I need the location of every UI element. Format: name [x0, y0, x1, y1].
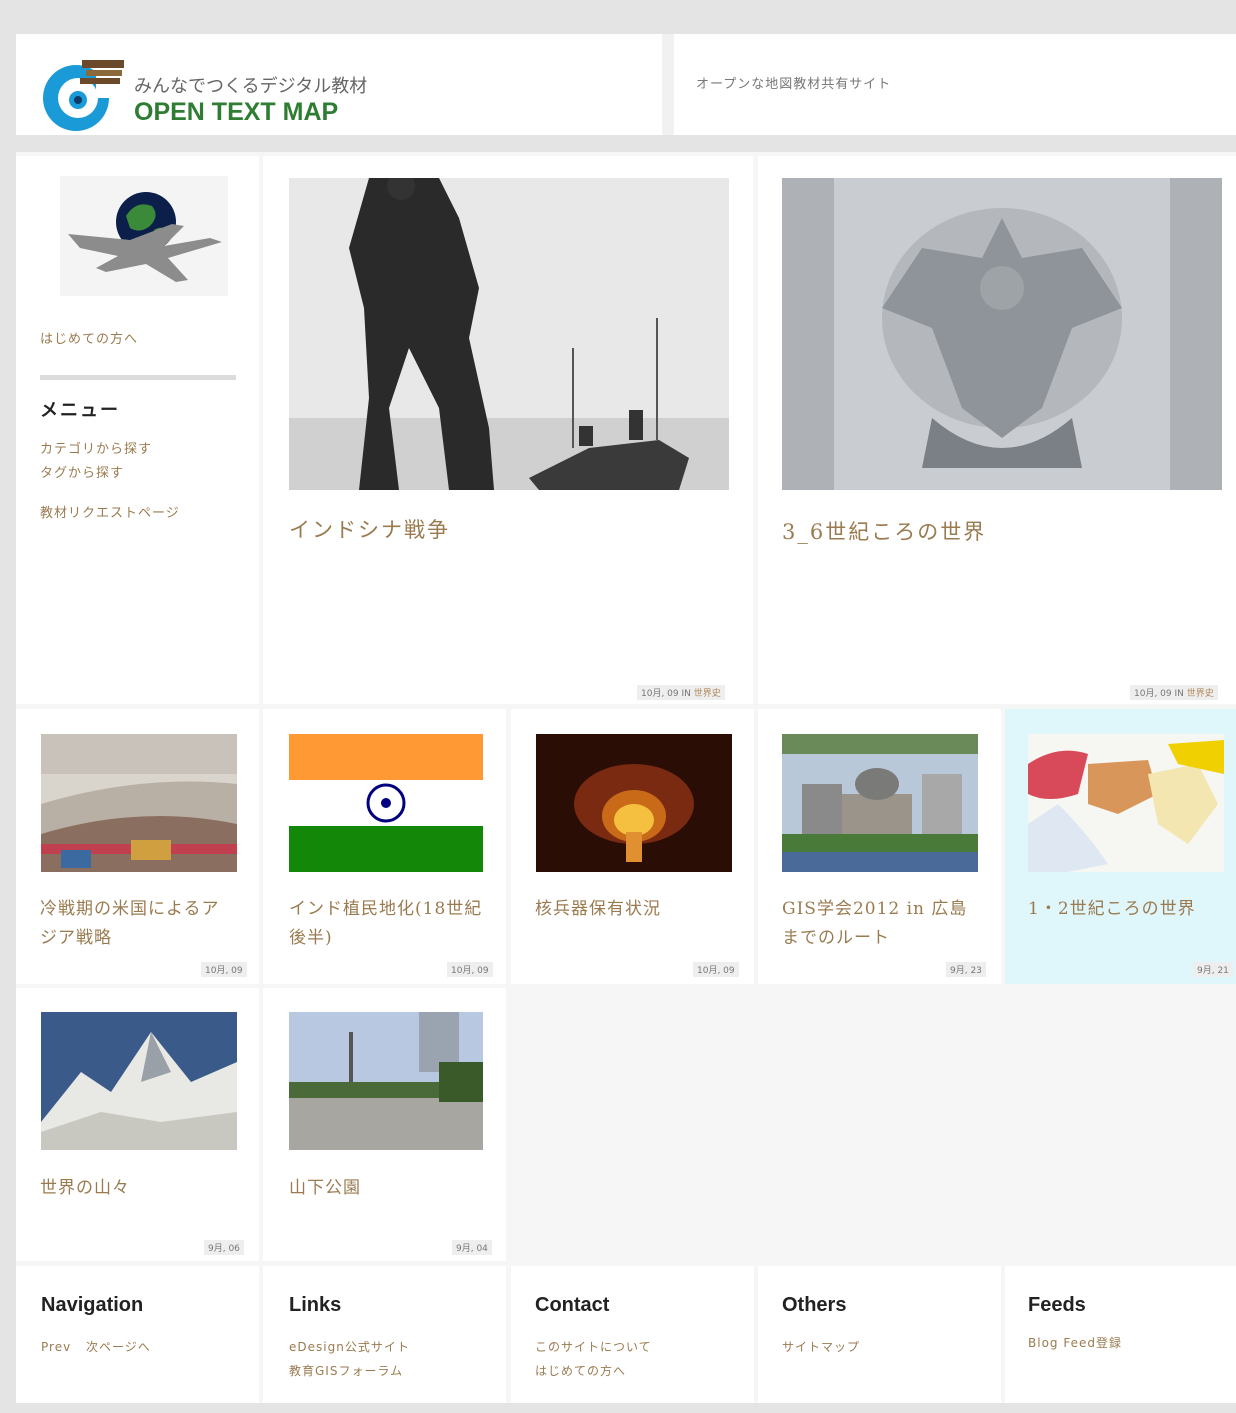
post-date: 9月, 06	[204, 1240, 244, 1255]
post-card[interactable]: 山下公園 9月, 04	[263, 988, 506, 1261]
nuclear-explosion-photo	[536, 734, 732, 872]
post-title[interactable]: インドシナ戦争	[289, 514, 450, 544]
post-meta: 10月, 09 IN 世界史	[637, 685, 725, 700]
post-date: 9月, 21	[1193, 962, 1233, 977]
site-logo-icon[interactable]	[38, 54, 128, 134]
berlin-wall-photo	[41, 734, 237, 872]
footer-contact: Contact このサイトについて はじめての方へ	[511, 1266, 754, 1403]
post-title[interactable]: 1・2世紀ころの世界	[1028, 895, 1224, 924]
post-title[interactable]: 3_6世紀ころの世界	[782, 516, 986, 546]
soldier-photo	[289, 178, 729, 490]
footer-navigation: Navigation Prev 次ページへ	[16, 1266, 259, 1403]
hiroshima-dome-photo	[782, 734, 978, 872]
india-flag	[289, 734, 483, 872]
footer-heading: Others	[782, 1294, 847, 1316]
airplane-globe-icon	[60, 176, 228, 296]
site-tagline: オープンな地図教材共有サイト	[696, 77, 892, 92]
post-date: 10月, 09	[693, 962, 739, 977]
footer-link[interactable]: 教育GISフォーラム	[289, 1360, 403, 1383]
header-divider	[662, 34, 674, 135]
ancient-world-map	[1028, 734, 1224, 872]
post-card-highlighted[interactable]: 1・2世紀ころの世界 9月, 21	[1005, 709, 1236, 984]
category-link: 世界史	[1186, 689, 1214, 699]
menu-item-category[interactable]: カテゴリから探す	[40, 438, 152, 457]
post-card[interactable]: 核兵器保有状況 10月, 09	[511, 709, 754, 984]
footer-links: Links eDesign公式サイト 教育GISフォーラム	[263, 1266, 506, 1403]
post-title[interactable]: インド植民地化(18世紀後半)	[289, 895, 485, 953]
post-title[interactable]: 冷戦期の米国によるアジア戦略	[40, 895, 236, 953]
post-title[interactable]: 世界の山々	[40, 1174, 236, 1203]
post-card[interactable]: 世界の山々 9月, 06	[16, 988, 259, 1261]
post-meta: 10月, 09 IN 世界史	[1130, 685, 1218, 700]
menu-title: メニュー	[40, 400, 120, 421]
sidebar-divider	[40, 375, 236, 380]
prev-link[interactable]: Prev	[41, 1336, 71, 1359]
post-date: 9月, 04	[452, 1240, 492, 1255]
yamashita-park-photo	[289, 1012, 483, 1150]
category-link: 世界史	[693, 689, 721, 699]
next-page-link[interactable]: 次ページへ	[86, 1336, 151, 1359]
eagle-relief-photo	[782, 178, 1222, 490]
footer-heading: Links	[289, 1294, 342, 1316]
post-card[interactable]: 冷戦期の米国によるアジア戦略 10月, 09	[16, 709, 259, 984]
welcome-link[interactable]: はじめての方へ	[40, 328, 138, 347]
post-date: 10月, 09	[201, 962, 247, 977]
logo-title[interactable]: OPEN TEXT MAP	[134, 98, 338, 127]
footer-link[interactable]: サイトマップ	[782, 1336, 860, 1359]
footer-heading: Contact	[535, 1294, 610, 1316]
sidebar: はじめての方へ メニュー カテゴリから探す タグから探す 教材リクエストページ	[16, 156, 259, 704]
footer-heading: Feeds	[1028, 1294, 1086, 1316]
post-title[interactable]: 山下公園	[289, 1174, 485, 1203]
footer-feeds: Feeds Blog Feed登録	[1005, 1266, 1236, 1403]
footer-others: Others サイトマップ	[758, 1266, 1001, 1403]
footer-link[interactable]: このサイトについて	[535, 1336, 652, 1359]
mountain-photo	[41, 1012, 237, 1150]
post-date: 9月, 23	[946, 962, 986, 977]
post-card[interactable]: インドシナ戦争 10月, 09 IN 世界史	[263, 156, 753, 704]
post-title[interactable]: GIS学会2012 in 広島までのルート	[782, 895, 978, 953]
footer-heading: Navigation	[41, 1294, 144, 1316]
footer-link[interactable]: eDesign公式サイト	[289, 1336, 410, 1359]
post-card[interactable]: GIS学会2012 in 広島までのルート 9月, 23	[758, 709, 1001, 984]
menu-item-tag[interactable]: タグから探す	[40, 462, 124, 481]
menu-item-request[interactable]: 教材リクエストページ	[40, 502, 180, 521]
post-card[interactable]: 3_6世紀ころの世界 10月, 09 IN 世界史	[758, 156, 1236, 704]
logo-subtitle: みんなでつくるデジタル教材	[134, 76, 368, 97]
footer-link[interactable]: はじめての方へ	[535, 1360, 626, 1383]
post-title[interactable]: 核兵器保有状況	[535, 895, 731, 924]
footer-link[interactable]: Blog Feed登録	[1028, 1332, 1122, 1355]
post-card[interactable]: インド植民地化(18世紀後半) 10月, 09	[263, 709, 506, 984]
post-date: 10月, 09	[447, 962, 493, 977]
